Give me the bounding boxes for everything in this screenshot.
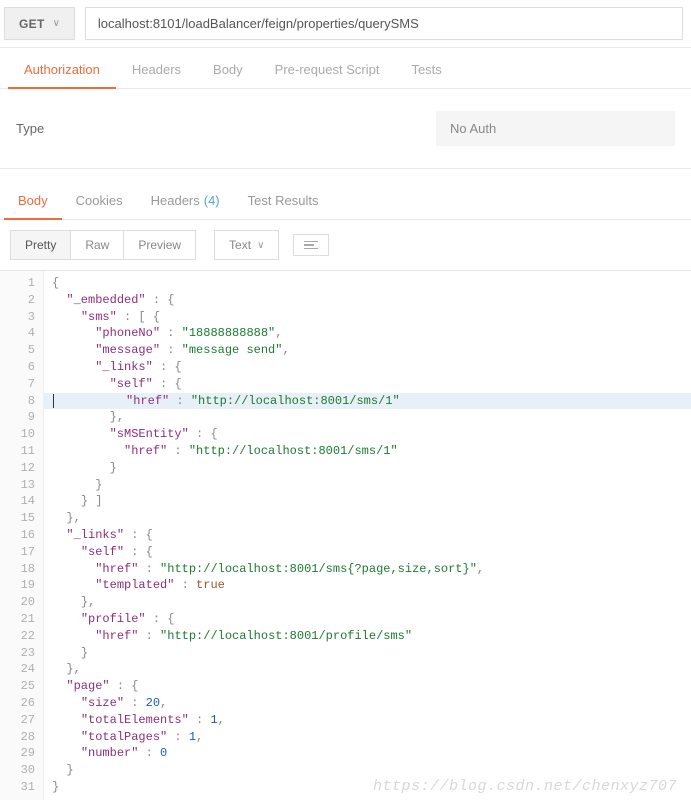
header-count: (4) <box>204 193 220 209</box>
wrap-lines-button[interactable] <box>293 234 329 257</box>
line-number: 12 <box>0 460 43 477</box>
line-number: 21 <box>0 611 43 628</box>
code-line: } <box>44 460 691 477</box>
chevron-down-icon: ∨ <box>257 240 264 251</box>
line-gutter: 1234567891011121314151617181920212223242… <box>0 271 44 800</box>
line-number: 26 <box>0 695 43 712</box>
view-mode-group: PrettyRawPreview <box>10 230 196 260</box>
resp-tab-label: Cookies <box>76 193 123 209</box>
code-line: "number" : 0 <box>44 745 691 762</box>
line-number: 20 <box>0 594 43 611</box>
view-mode-raw[interactable]: Raw <box>70 230 124 260</box>
request-tabs: AuthorizationHeadersBodyPre-request Scri… <box>0 52 691 89</box>
code-line: "self" : { <box>44 544 691 561</box>
line-number: 16 <box>0 527 43 544</box>
resp-tab-headers[interactable]: Headers(4) <box>137 183 234 219</box>
tab-pre-request-script[interactable]: Pre-request Script <box>259 52 396 88</box>
code-line: }, <box>44 510 691 527</box>
resp-tab-label: Headers <box>151 193 200 209</box>
code-line: "totalPages" : 1, <box>44 729 691 746</box>
code-line: "sms" : [ { <box>44 309 691 326</box>
line-number: 2 <box>0 292 43 309</box>
view-mode-bar: PrettyRawPreview Text ∨ <box>0 220 691 270</box>
code-line: } <box>44 779 691 796</box>
code-content[interactable]: { "_embedded" : { "sms" : [ { "phoneNo" … <box>44 271 691 800</box>
line-number: 1 <box>0 275 43 292</box>
line-number: 24 <box>0 661 43 678</box>
line-number: 30 <box>0 762 43 779</box>
line-number: 3 <box>0 309 43 326</box>
resp-tab-cookies[interactable]: Cookies <box>62 183 137 219</box>
line-number: 8 <box>0 393 43 410</box>
code-line: }, <box>44 409 691 426</box>
auth-type-select[interactable]: No Auth <box>436 111 675 146</box>
resp-tab-label: Body <box>18 193 48 208</box>
tab-body[interactable]: Body <box>197 52 259 88</box>
line-number: 31 <box>0 779 43 796</box>
resp-tab-body[interactable]: Body <box>4 183 62 220</box>
auth-type-label: Type <box>16 121 216 136</box>
code-line: } <box>44 645 691 662</box>
code-line: "phoneNo" : "18888888888", <box>44 325 691 342</box>
code-line: "profile" : { <box>44 611 691 628</box>
code-line: "totalElements" : 1, <box>44 712 691 729</box>
code-line: "size" : 20, <box>44 695 691 712</box>
line-number: 17 <box>0 544 43 561</box>
http-method-select[interactable]: GET ∨ <box>4 7 75 40</box>
http-method-label: GET <box>19 17 45 31</box>
code-line: }, <box>44 661 691 678</box>
code-line: }, <box>44 594 691 611</box>
line-number: 5 <box>0 342 43 359</box>
view-mode-pretty[interactable]: Pretty <box>10 230 71 260</box>
code-line: "templated" : true <box>44 577 691 594</box>
tab-headers[interactable]: Headers <box>116 52 197 88</box>
line-number: 23 <box>0 645 43 662</box>
response-body: 1234567891011121314151617181920212223242… <box>0 270 691 800</box>
code-line: "sMSEntity" : { <box>44 426 691 443</box>
view-mode-preview[interactable]: Preview <box>123 230 196 260</box>
line-number: 7 <box>0 376 43 393</box>
line-number: 29 <box>0 745 43 762</box>
line-number: 13 <box>0 477 43 494</box>
code-line: "_embedded" : { <box>44 292 691 309</box>
line-number: 27 <box>0 712 43 729</box>
code-line: } ] <box>44 493 691 510</box>
auth-panel: Type No Auth <box>0 89 691 169</box>
line-number: 15 <box>0 510 43 527</box>
line-number: 10 <box>0 426 43 443</box>
tab-tests[interactable]: Tests <box>395 52 457 88</box>
tab-authorization[interactable]: Authorization <box>8 52 116 89</box>
line-number: 9 <box>0 409 43 426</box>
line-number: 4 <box>0 325 43 342</box>
url-input[interactable] <box>85 7 683 40</box>
code-line: "href" : "http://localhost:8001/sms/1" <box>44 443 691 460</box>
line-number: 25 <box>0 678 43 695</box>
code-line: "page" : { <box>44 678 691 695</box>
format-label: Text <box>229 238 251 252</box>
line-number: 18 <box>0 561 43 578</box>
code-line: "href" : "http://localhost:8001/sms{?pag… <box>44 561 691 578</box>
line-number: 14 <box>0 493 43 510</box>
code-line: } <box>44 762 691 779</box>
line-number: 19 <box>0 577 43 594</box>
line-number: 28 <box>0 729 43 746</box>
code-line: "_links" : { <box>44 359 691 376</box>
line-number: 6 <box>0 359 43 376</box>
code-line: "href" : "http://localhost:8001/profile/… <box>44 628 691 645</box>
code-line: "_links" : { <box>44 527 691 544</box>
line-number: 11 <box>0 443 43 460</box>
line-number: 22 <box>0 628 43 645</box>
format-select[interactable]: Text ∨ <box>214 230 279 260</box>
code-line: { <box>44 275 691 292</box>
chevron-down-icon: ∨ <box>53 18 60 29</box>
request-bar: GET ∨ <box>0 0 691 48</box>
resp-tab-label: Test Results <box>248 193 319 209</box>
code-line: "self" : { <box>44 376 691 393</box>
resp-tab-test-results[interactable]: Test Results <box>234 183 333 219</box>
response-tabs: Body Cookies Headers(4) Test Results <box>0 183 691 220</box>
code-line: } <box>44 477 691 494</box>
code-line: "message" : "message send", <box>44 342 691 359</box>
code-line: "href" : "http://localhost:8001/sms/1" <box>44 393 691 410</box>
